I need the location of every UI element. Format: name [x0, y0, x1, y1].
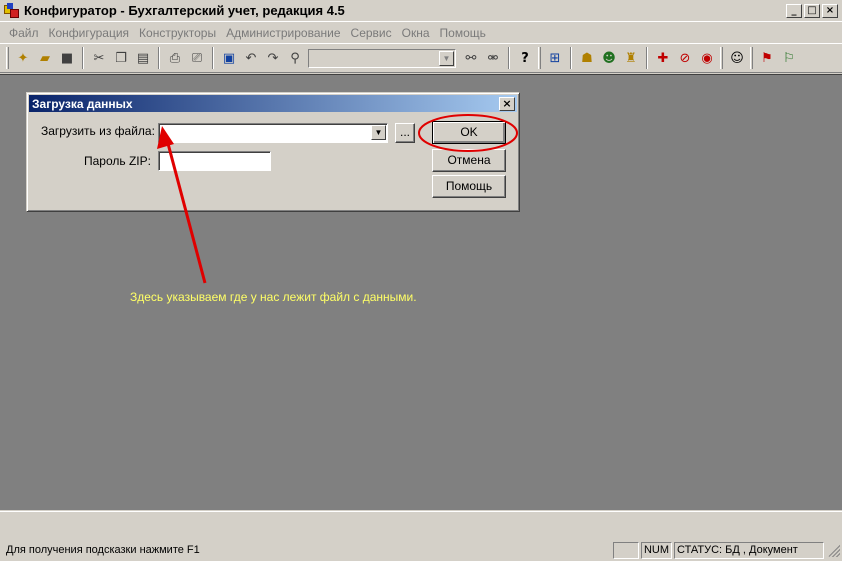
toolbar-separator	[570, 47, 572, 69]
undo-icon[interactable]: ↶	[240, 47, 262, 69]
ok-button[interactable]: OK	[432, 121, 506, 144]
toolbar-separator	[508, 47, 510, 69]
properties-icon[interactable]: ▣	[218, 47, 240, 69]
toolbar-separator	[158, 47, 160, 69]
file-path-combo[interactable]: ▼	[158, 123, 388, 143]
enterprise-mode-icon[interactable]: ⚑	[756, 47, 778, 69]
print-icon[interactable]: ⎙	[164, 47, 186, 69]
zip-password-input[interactable]	[158, 151, 271, 171]
help-icon[interactable]: ?	[514, 47, 536, 69]
toolbar-grip[interactable]	[750, 47, 753, 69]
find-prev-icon[interactable]: ⚮	[482, 47, 504, 69]
toolbar: ✦ ▰ ■ ✂ ❐ ▤ ⎙ ⎚ ▣ ↶ ↷ ⚲ ▼ ⚯ ⚮ ? ⊞ ☗ ☻ ♜ …	[0, 43, 842, 73]
menu-help[interactable]: Помощь	[435, 26, 491, 40]
find-icon[interactable]: ⚲	[284, 47, 306, 69]
resize-grip-icon[interactable]	[826, 543, 840, 557]
toolbar-separator	[212, 47, 214, 69]
status-num: NUM	[640, 541, 672, 559]
menu-windows[interactable]: Окна	[397, 26, 435, 40]
status-pane-empty	[612, 541, 639, 559]
metadata-tree-icon[interactable]: ⊞	[544, 47, 566, 69]
zip-password-label: Пароль ZIP:	[84, 154, 151, 168]
toolbar-separator	[82, 47, 84, 69]
user-account-icon[interactable]: ☺	[726, 47, 748, 69]
title-bar[interactable]: Конфигуратор - Бухгалтерский учет, редак…	[0, 0, 842, 22]
toolbar-grip[interactable]	[720, 47, 723, 69]
save-icon[interactable]: ■	[56, 47, 78, 69]
close-button[interactable]: ×	[822, 3, 838, 18]
load-data-dialog: Загрузка данных × Загрузить из файла: ▼ …	[26, 92, 520, 212]
find-next-icon[interactable]: ⚯	[460, 47, 482, 69]
menu-configuration[interactable]: Конфигурация	[44, 26, 135, 40]
bottom-panel	[0, 511, 842, 539]
annotation-text: Здесь указываем где у нас лежит файл с д…	[130, 290, 417, 304]
user-group-icon[interactable]: ♜	[620, 47, 642, 69]
paste-icon[interactable]: ▤	[132, 47, 154, 69]
debug-icon[interactable]: ✚	[652, 47, 674, 69]
stop-icon[interactable]: ⊘	[674, 47, 696, 69]
cut-icon[interactable]: ✂	[88, 47, 110, 69]
menu-file[interactable]: Файл	[4, 26, 44, 40]
file-label: Загрузить из файла:	[41, 124, 155, 138]
users-icon[interactable]: ☗	[576, 47, 598, 69]
cancel-button[interactable]: Отмена	[432, 149, 506, 172]
dialog-title-bar[interactable]: Загрузка данных ×	[29, 95, 517, 112]
print-preview-icon[interactable]: ⎚	[186, 47, 208, 69]
toolbar-separator	[646, 47, 648, 69]
menu-service[interactable]: Сервис	[346, 26, 397, 40]
dialog-title: Загрузка данных	[32, 96, 133, 111]
chevron-down-icon[interactable]: ▼	[371, 125, 386, 140]
dialog-close-button[interactable]: ×	[499, 96, 515, 111]
open-folder-icon[interactable]: ▰	[34, 47, 56, 69]
redo-icon[interactable]: ↷	[262, 47, 284, 69]
file-path-value	[159, 125, 162, 139]
status-hint: Для получения подсказки нажмите F1	[6, 544, 200, 556]
help-button[interactable]: Помощь	[432, 175, 506, 198]
toolbar-grip[interactable]	[538, 47, 541, 69]
chevron-down-icon[interactable]: ▼	[439, 50, 454, 66]
menu-bar: Файл Конфигурация Конструкторы Администр…	[0, 23, 842, 42]
maximize-button[interactable]: □	[804, 3, 820, 18]
status-bar: Для получения подсказки нажмите F1 NUM С…	[0, 539, 842, 561]
menu-administration[interactable]: Администрирование	[221, 26, 345, 40]
app-logo-icon	[4, 2, 20, 19]
window-title: Конфигуратор - Бухгалтерский учет, редак…	[24, 3, 345, 18]
browse-button[interactable]: ...	[395, 123, 415, 143]
menu-constructors[interactable]: Конструкторы	[134, 26, 221, 40]
user-rights-icon[interactable]: ☻	[598, 47, 620, 69]
debug-mode-icon[interactable]: ⚐	[778, 47, 800, 69]
monitor-icon[interactable]: ◉	[696, 47, 718, 69]
copy-icon[interactable]: ❐	[110, 47, 132, 69]
main-window: Конфигуратор - Бухгалтерский учет, редак…	[0, 0, 842, 561]
toolbar-grip[interactable]	[6, 47, 9, 69]
status-info: СТАТУС: БД , Документ	[674, 541, 824, 559]
new-file-icon[interactable]: ✦	[12, 47, 34, 69]
minimize-button[interactable]: _	[786, 3, 802, 18]
search-combo[interactable]: ▼	[308, 48, 456, 68]
